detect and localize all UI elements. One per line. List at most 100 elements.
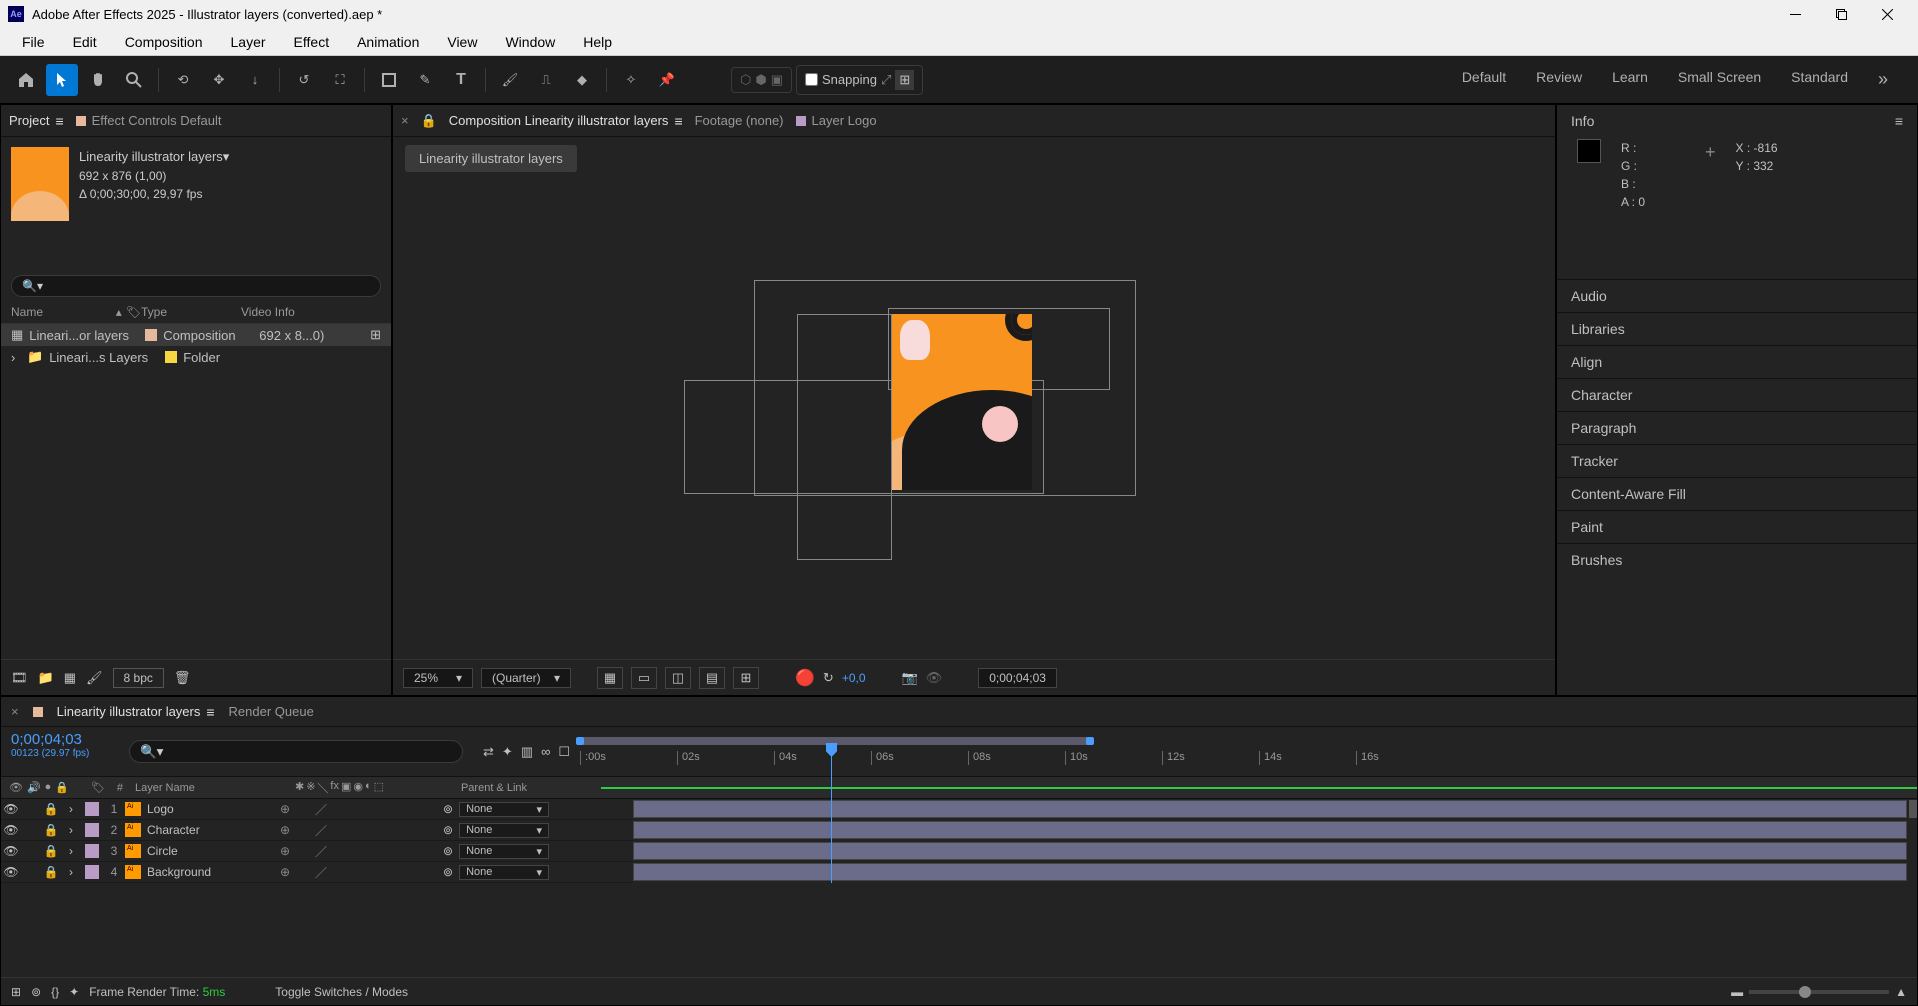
color-management-icon[interactable]: 🔴 [795,668,815,688]
new-folder-icon[interactable]: 📁 [38,670,54,686]
label-chip[interactable] [85,844,99,858]
menu-help[interactable]: Help [569,30,626,54]
switch[interactable]: ／ [313,822,329,839]
pickwhip-icon[interactable]: ⊚ [443,823,453,837]
eraser-tool[interactable]: ◆ [566,64,598,96]
orbit-tool[interactable]: ⟲ [167,64,199,96]
menu-window[interactable]: Window [491,30,569,54]
motion-blur-icon[interactable]: ☐ [558,744,570,760]
footer-icon[interactable]: ⊞ [11,985,21,999]
3d-icon[interactable]: ⬡ [740,72,751,88]
menu-file[interactable]: File [8,30,59,54]
panel-brushes[interactable]: Brushes [1557,543,1917,576]
snapping-checkbox[interactable] [805,73,818,86]
selection-tool[interactable] [46,64,78,96]
footer-icon[interactable]: ✦ [69,985,79,999]
zoom-tool[interactable] [118,64,150,96]
anchor-tool[interactable]: ↓ [239,64,271,96]
panel-menu-icon[interactable]: ≡ [1895,113,1903,129]
lock-toggle[interactable]: 🔒 [41,802,61,816]
visibility-toggle[interactable]: 👁 [1,802,21,816]
menu-effect[interactable]: Effect [280,30,344,54]
layer-bar[interactable] [633,821,1907,839]
rotation-tool[interactable]: ↺ [288,64,320,96]
timeline-layer-row[interactable]: 👁 🔒 › 1 Logo ⊕／ ⊚None▾ [1,799,633,820]
lock-toggle[interactable]: 🔒 [41,865,61,879]
zoom-select[interactable]: 25%▾ [403,668,473,688]
toggle-mask-icon[interactable]: ▭ [631,667,657,689]
comp-tab-close[interactable]: × [401,113,409,128]
workspace-standard[interactable]: Standard [1791,69,1848,90]
project-item-folder[interactable]: › 📁 Lineari...s Layers Folder [1,346,391,368]
panel-paint[interactable]: Paint [1557,510,1917,543]
snap-grid-icon[interactable]: ⊞ [895,70,914,90]
layer-bar[interactable] [633,863,1907,881]
parent-select[interactable]: None▾ [459,823,549,838]
expand-toggle[interactable]: › [61,823,81,837]
snap-expand-icon[interactable]: ⤢ [881,72,891,88]
footer-icon[interactable]: {} [51,985,59,999]
parent-link-header[interactable]: Parent & Link [451,782,601,794]
timeline-zoom-slider[interactable]: ▬ ▲ [1731,985,1907,999]
expand-icon[interactable]: › [11,350,21,365]
camera-tool[interactable]: ⛶ [324,64,356,96]
switch-header-icon[interactable]: ＼ [317,780,328,796]
project-settings-icon[interactable]: 🖌 [86,670,103,686]
current-time-display[interactable]: 0;00;04;03 00123 (29.97 fps) [1,727,119,776]
panel-menu-icon[interactable]: ≡ [55,113,63,129]
col-name-label[interactable]: Name [11,305,43,319]
switch[interactable]: ⊕ [277,823,293,837]
visibility-toggle[interactable]: 👁 [1,844,21,858]
comp-thumbnail[interactable] [11,147,69,221]
pickwhip-icon[interactable]: ⊚ [443,844,453,858]
info-panel-title[interactable]: Info [1571,113,1594,129]
label-chip[interactable] [145,329,157,341]
footage-tab[interactable]: Footage (none) [695,113,784,128]
draft-3d-icon[interactable]: ✦ [502,744,513,760]
label-chip[interactable] [165,351,177,363]
region-of-interest-icon[interactable]: ◫ [665,667,691,689]
workspace-learn[interactable]: Learn [1612,69,1648,90]
switch[interactable]: ／ [313,864,329,881]
switch[interactable]: ⊕ [277,844,293,858]
menu-view[interactable]: View [433,30,491,54]
menu-animation[interactable]: Animation [343,30,433,54]
hand-tool[interactable] [82,64,114,96]
zoom-out-icon[interactable]: ▬ [1731,985,1743,999]
panel-menu-icon[interactable]: ≡ [206,704,214,720]
timeline-layer-row[interactable]: 👁 🔒 › 2 Character ⊕／ ⊚None▾ [1,820,633,841]
flowchart-icon[interactable]: ⊞ [370,327,381,343]
switch-header-icon[interactable]: ⬚ [374,780,384,796]
layer-tab[interactable]: Layer Logo [796,113,877,128]
switch[interactable]: ／ [313,843,329,860]
timeline-layer-row[interactable]: 👁 🔒 › 4 Background ⊕／ ⊚None▾ [1,862,633,883]
lock-toggle[interactable]: 🔒 [41,844,61,858]
workspace-default[interactable]: Default [1462,69,1506,90]
label-chip[interactable] [85,823,99,837]
panel-menu-icon[interactable]: ≡ [674,113,682,129]
bpc-button[interactable]: 8 bpc [113,668,164,688]
comp-mini-flowchart-icon[interactable]: ⇄ [483,744,494,760]
tag-header-icon[interactable]: 🏷 [91,781,105,794]
pan-behind-tool[interactable]: ✥ [203,64,235,96]
project-tab[interactable]: Project ≡ [9,113,64,129]
shy-icon[interactable]: ▥ [521,744,533,760]
parent-select[interactable]: None▾ [459,865,549,880]
video-switch-header-icon[interactable]: 👁 [9,781,23,794]
resolution-select[interactable]: (Quarter)▾ [481,668,571,688]
label-chip[interactable] [85,802,99,816]
layer-name-header[interactable]: Layer Name [135,782,295,794]
type-tool[interactable]: T [445,64,477,96]
expand-toggle[interactable]: › [61,865,81,879]
toggle-switches-button[interactable]: Toggle Switches / Modes [275,985,408,999]
panel-align[interactable]: Align [1557,345,1917,378]
exposure-value[interactable]: +0,0 [842,671,866,685]
solo-switch-header-icon[interactable]: ● [45,781,52,794]
panel-tracker[interactable]: Tracker [1557,444,1917,477]
visibility-toggle[interactable]: 👁 [1,823,21,837]
switch-header-icon[interactable]: ▣ [341,780,351,796]
visibility-toggle[interactable]: 👁 [1,865,21,879]
switch-header-icon[interactable]: fx [330,780,339,796]
3d-icon-2[interactable]: ⬢ [755,72,766,88]
toggle-transparency-icon[interactable]: ▦ [597,667,623,689]
